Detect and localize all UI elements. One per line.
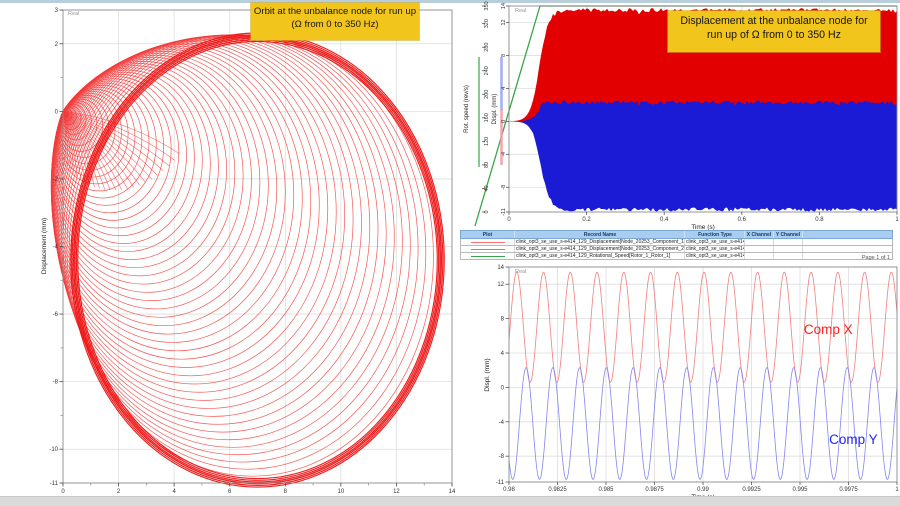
svg-text:14: 14 [497, 265, 504, 271]
comp-y-envelope [509, 100, 897, 211]
svg-text:3: 3 [55, 8, 59, 14]
svg-text:0: 0 [507, 217, 511, 223]
svg-text:2: 2 [55, 42, 59, 48]
legend-header-plot: Plot [461, 231, 515, 238]
svg-text:-6: -6 [53, 312, 59, 318]
svg-text:-2: -2 [53, 177, 59, 183]
svg-text:0: 0 [501, 120, 507, 123]
series-label-comp-x: Comp X [804, 322, 853, 337]
svg-text:0.8: 0.8 [815, 217, 824, 223]
svg-text:0.995: 0.995 [792, 487, 808, 493]
svg-text:8: 8 [501, 54, 507, 57]
svg-text:-11: -11 [50, 481, 59, 487]
svg-text:12: 12 [393, 489, 400, 495]
legend-header-row: Plot Record Name Function Type X Channel… [460, 230, 893, 239]
svg-text:40: 40 [484, 185, 490, 191]
svg-text:14: 14 [501, 3, 507, 9]
svg-text:0.4: 0.4 [660, 217, 669, 223]
orbit-plot[interactable]: 0 2 4 6 8 10 12 14 3 2 0 -2 -4 -6 -8 -10 -11 Real Displace… [0, 0, 460, 500]
svg-text:0: 0 [501, 385, 505, 391]
svg-text:0.98: 0.98 [503, 487, 515, 493]
rotspeed-line-sample [471, 256, 505, 257]
function-type: clink_opt3_se_use_s-e414_129 [685, 239, 745, 245]
svg-text:Rot. speed (rev/s): Rot. speed (rev/s) [464, 85, 470, 133]
svg-text:200: 200 [484, 90, 490, 99]
svg-text:0.9825: 0.9825 [548, 487, 567, 493]
steady-state-waveform-plot[interactable]: 14 12 8 4 0 -4 -8 -110.98 0.9825 0.985 0.9875 0.99 0… [460, 263, 900, 506]
svg-text:320: 320 [484, 19, 490, 28]
svg-text:10: 10 [338, 489, 345, 495]
svg-text:-4: -4 [53, 245, 59, 251]
svg-text:160: 160 [484, 113, 490, 122]
svg-text:0.6: 0.6 [738, 217, 747, 223]
series-label-comp-y: Comp Y [829, 432, 878, 447]
window-bottom-edge [0, 496, 900, 506]
svg-text:12: 12 [497, 282, 504, 288]
svg-text:280: 280 [484, 43, 490, 52]
page-indicator: Page 1 of 1 [640, 255, 890, 261]
svg-text:12: 12 [501, 19, 507, 25]
svg-text:4: 4 [501, 351, 505, 357]
displacement-annotation-line1: Displacement at the unbalance node for [668, 15, 880, 29]
svg-text:Real: Real [515, 8, 526, 14]
legend-row-compx[interactable]: clink_opt3_se_use_s-e414_129_Displacemen… [460, 239, 893, 246]
record-name: clink_opt3_se_use_s-e414_129_Displacemen… [515, 246, 685, 252]
svg-text:120: 120 [484, 137, 490, 146]
svg-text:0.9975: 0.9975 [839, 487, 858, 493]
compy-line-sample [471, 249, 505, 250]
svg-text:-8: -8 [501, 185, 507, 190]
svg-text:-11: -11 [501, 208, 507, 216]
svg-text:8: 8 [284, 489, 288, 495]
svg-text:240: 240 [484, 66, 490, 75]
svg-text:1: 1 [895, 217, 899, 223]
svg-text:Displ. (mm): Displ. (mm) [484, 358, 491, 391]
svg-text:0.9875: 0.9875 [645, 487, 664, 493]
svg-text:Displ. (mm): Displ. (mm) [492, 94, 498, 125]
svg-text:0.99: 0.99 [697, 487, 709, 493]
svg-text:Real: Real [68, 11, 79, 17]
svg-text:-8: -8 [499, 454, 505, 460]
legend-header-ychannel: Y Channel [774, 231, 803, 238]
svg-text:-4: -4 [501, 152, 507, 157]
svg-text:0.985: 0.985 [598, 487, 614, 493]
svg-text:-11: -11 [496, 480, 505, 486]
displacement-annotation-line2: run up of Ω from 0 to 350 Hz [668, 29, 880, 43]
legend-header-record: Record Name [515, 231, 685, 238]
svg-text:350: 350 [484, 1, 490, 10]
svg-text:Real: Real [515, 269, 526, 275]
legend-header-function: Function Type [685, 231, 745, 238]
legend-row-compy[interactable]: clink_opt3_se_use_s-e414_129_Displacemen… [460, 246, 893, 253]
svg-text:Displacement (mm): Displacement (mm) [41, 218, 48, 274]
svg-text:6: 6 [228, 489, 232, 495]
svg-text:0: 0 [484, 210, 490, 213]
orbit-annotation-line1: Orbit at the unbalance node for run up [251, 6, 419, 19]
svg-text:4: 4 [501, 87, 507, 90]
svg-text:0: 0 [55, 109, 59, 115]
displacement-annotation[interactable]: Displacement at the unbalance node for r… [668, 11, 880, 52]
app-window: 02468101214320-2-4-6-8-10-11RealDisplace… [0, 0, 900, 506]
svg-text:14: 14 [449, 489, 456, 495]
svg-text:80: 80 [484, 162, 490, 168]
svg-text:8: 8 [501, 317, 505, 323]
svg-text:0: 0 [61, 489, 65, 495]
compx-line-sample [471, 242, 505, 243]
svg-text:-8: -8 [53, 380, 59, 386]
function-type: clink_opt3_se_use_s-e414_129 [685, 246, 745, 252]
record-name: clink_opt3_se_use_s-e414_129_Displacemen… [515, 239, 685, 245]
svg-text:0.2: 0.2 [582, 217, 591, 223]
orbit-annotation[interactable]: Orbit at the unbalance node for run up (… [251, 3, 419, 40]
svg-text:0.9925: 0.9925 [742, 487, 761, 493]
orbit-curve [51, 33, 444, 487]
svg-text:2: 2 [117, 489, 121, 495]
svg-text:1: 1 [895, 487, 899, 493]
legend-header-filler [803, 231, 892, 238]
svg-text:-4: -4 [499, 420, 505, 426]
orbit-annotation-line2: (Ω from 0 to 350 Hz) [251, 19, 419, 32]
svg-text:-10: -10 [49, 447, 58, 453]
legend-header-xchannel: X Channel [745, 231, 774, 238]
svg-text:4: 4 [172, 489, 176, 495]
